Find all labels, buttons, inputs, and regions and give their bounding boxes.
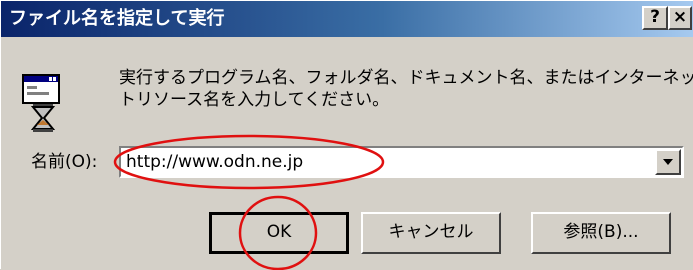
chevron-down-icon: [663, 159, 673, 165]
instruction-text: 実行するプログラム名、フォルダ名、ドキュメント名、またはインターネッ トリソース…: [119, 67, 693, 111]
close-button[interactable]: ×: [668, 6, 692, 30]
instruction-line-2: トリソース名を入力してください。: [119, 90, 390, 110]
name-input[interactable]: [126, 151, 646, 173]
dropdown-button[interactable]: [655, 149, 681, 175]
run-program-icon: [22, 74, 60, 132]
name-combobox[interactable]: [119, 146, 684, 178]
browse-button[interactable]: 参照(B)...: [531, 212, 671, 254]
window-title: ファイル名を指定して実行: [9, 8, 225, 29]
instruction-line-1: 実行するプログラム名、フォルダ名、ドキュメント名、またはインターネッ: [119, 68, 693, 88]
title-bar[interactable]: ファイル名を指定して実行 ? ×: [1, 1, 693, 37]
cancel-button[interactable]: キャンセル: [361, 212, 501, 254]
run-dialog: ファイル名を指定して実行 ? × 実行するプログラム名、フォルダ名、ドキュメント…: [0, 0, 693, 270]
help-button[interactable]: ?: [642, 6, 668, 30]
ok-button[interactable]: OK: [209, 212, 349, 254]
name-field-label: 名前(O):: [31, 152, 98, 172]
